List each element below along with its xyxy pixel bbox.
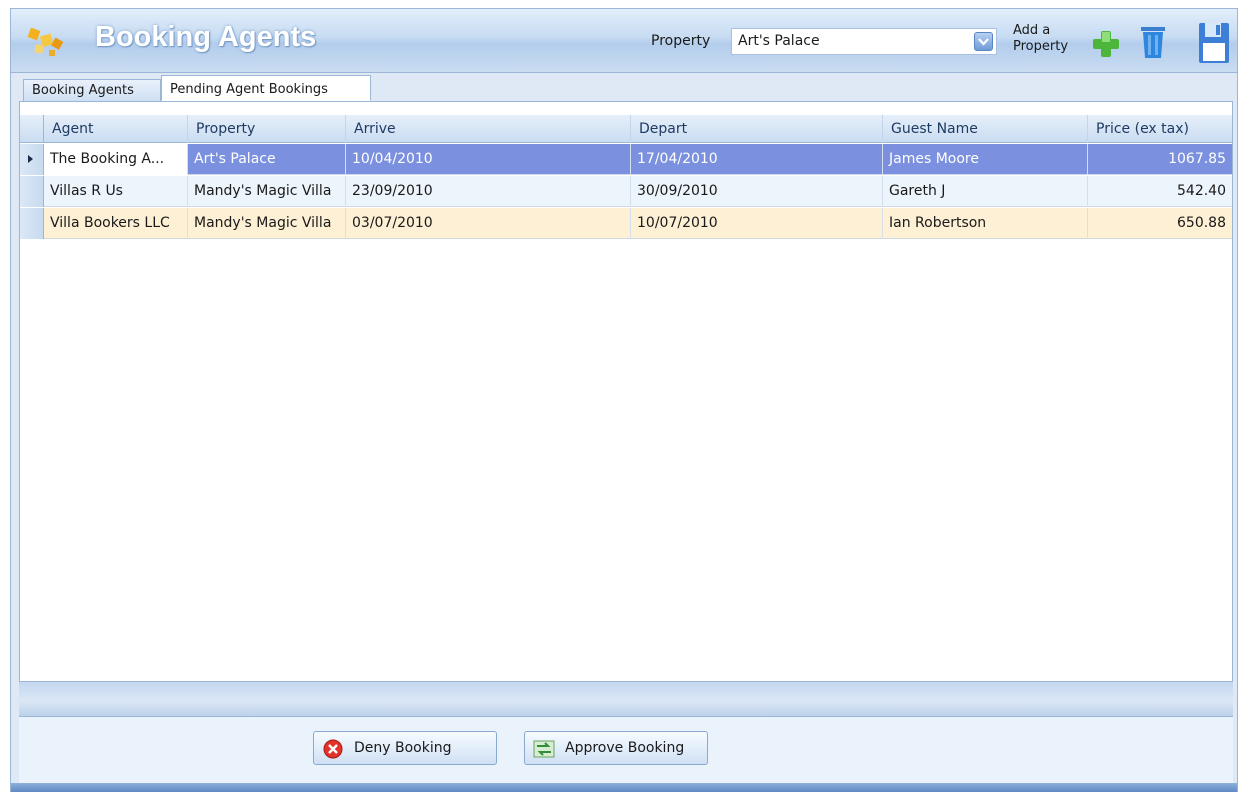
chevron-down-icon[interactable] — [974, 32, 993, 51]
app-logo-icon — [27, 27, 64, 56]
cell-depart[interactable]: 30/09/2010 — [631, 176, 883, 207]
bookings-grid: Agent Property Arrive Depart Guest Name … — [19, 101, 1233, 689]
grid-header: Agent Property Arrive Depart Guest Name … — [20, 115, 1232, 143]
deny-icon — [323, 739, 343, 759]
cell-property[interactable]: Mandy's Magic Villa — [188, 208, 346, 239]
column-header-arrive[interactable]: Arrive — [346, 115, 631, 143]
cell-arrive[interactable]: 03/07/2010 — [346, 208, 631, 239]
property-select[interactable]: Art's Palace — [731, 28, 997, 55]
cell-guest-name[interactable]: Gareth J — [883, 176, 1088, 207]
cell-price[interactable]: 1067.85 — [1088, 144, 1232, 175]
deny-booking-button[interactable]: Deny Booking — [313, 731, 497, 765]
column-header-agent[interactable]: Agent — [44, 115, 188, 143]
tab-booking-agents[interactable]: Booking Agents — [23, 79, 161, 101]
approve-icon — [533, 740, 555, 758]
row-indicator[interactable] — [20, 144, 44, 175]
property-select-value: Art's Palace — [738, 33, 820, 49]
cell-guest-name[interactable]: James Moore — [883, 144, 1088, 175]
deny-booking-label: Deny Booking — [354, 740, 452, 756]
cell-depart[interactable]: 10/07/2010 — [631, 208, 883, 239]
title-bar: Booking Agents Property Art's Palace Add… — [11, 9, 1237, 73]
column-header-depart[interactable]: Depart — [631, 115, 883, 143]
tab-pending-agent-bookings[interactable]: Pending Agent Bookings — [161, 75, 371, 101]
row-indicator[interactable] — [20, 176, 44, 207]
status-strip — [19, 681, 1233, 717]
page-title: Booking Agents — [95, 21, 317, 53]
cell-agent[interactable]: Villas R Us — [44, 176, 188, 207]
add-property-label-line1: Add a — [1013, 23, 1051, 38]
add-property-label-line2: Property — [1013, 39, 1069, 54]
tab-strip: Booking Agents Pending Agent Bookings — [17, 75, 1231, 101]
app-window: Booking Agents Property Art's Palace Add… — [10, 8, 1238, 792]
property-label: Property — [651, 33, 711, 49]
add-property-label: Add a Property — [1013, 23, 1068, 55]
cell-guest-name[interactable]: Ian Robertson — [883, 208, 1088, 239]
column-header-property[interactable]: Property — [188, 115, 346, 143]
cell-agent[interactable]: Villa Bookers LLC — [44, 208, 188, 239]
cell-agent[interactable]: The Booking A... — [44, 144, 188, 175]
cell-arrive[interactable]: 23/09/2010 — [346, 176, 631, 207]
approve-booking-label: Approve Booking — [565, 740, 685, 756]
table-row[interactable]: Villas R Us Mandy's Magic Villa 23/09/20… — [20, 176, 1232, 207]
table-row[interactable]: Villa Bookers LLC Mandy's Magic Villa 03… — [20, 208, 1232, 239]
delete-icon[interactable] — [1139, 25, 1167, 59]
table-row[interactable]: The Booking A... Art's Palace 10/04/2010… — [20, 144, 1232, 175]
header-corner — [20, 115, 44, 143]
cell-price[interactable]: 650.88 — [1088, 208, 1232, 239]
approve-booking-button[interactable]: Approve Booking — [524, 731, 708, 765]
save-icon[interactable] — [1197, 21, 1231, 65]
column-header-price[interactable]: Price (ex tax) — [1088, 115, 1232, 143]
action-panel: Deny Booking Approve Booking — [19, 717, 1233, 783]
cell-depart[interactable]: 17/04/2010 — [631, 144, 883, 175]
add-icon[interactable] — [1091, 29, 1121, 59]
cell-property[interactable]: Mandy's Magic Villa — [188, 176, 346, 207]
cell-arrive[interactable]: 10/04/2010 — [346, 144, 631, 175]
cell-property[interactable]: Art's Palace — [188, 144, 346, 175]
current-row-arrow-icon — [28, 155, 33, 163]
row-indicator[interactable] — [20, 208, 44, 239]
cell-price[interactable]: 542.40 — [1088, 176, 1232, 207]
column-header-guest-name[interactable]: Guest Name — [883, 115, 1088, 143]
bottom-bar — [11, 783, 1237, 792]
